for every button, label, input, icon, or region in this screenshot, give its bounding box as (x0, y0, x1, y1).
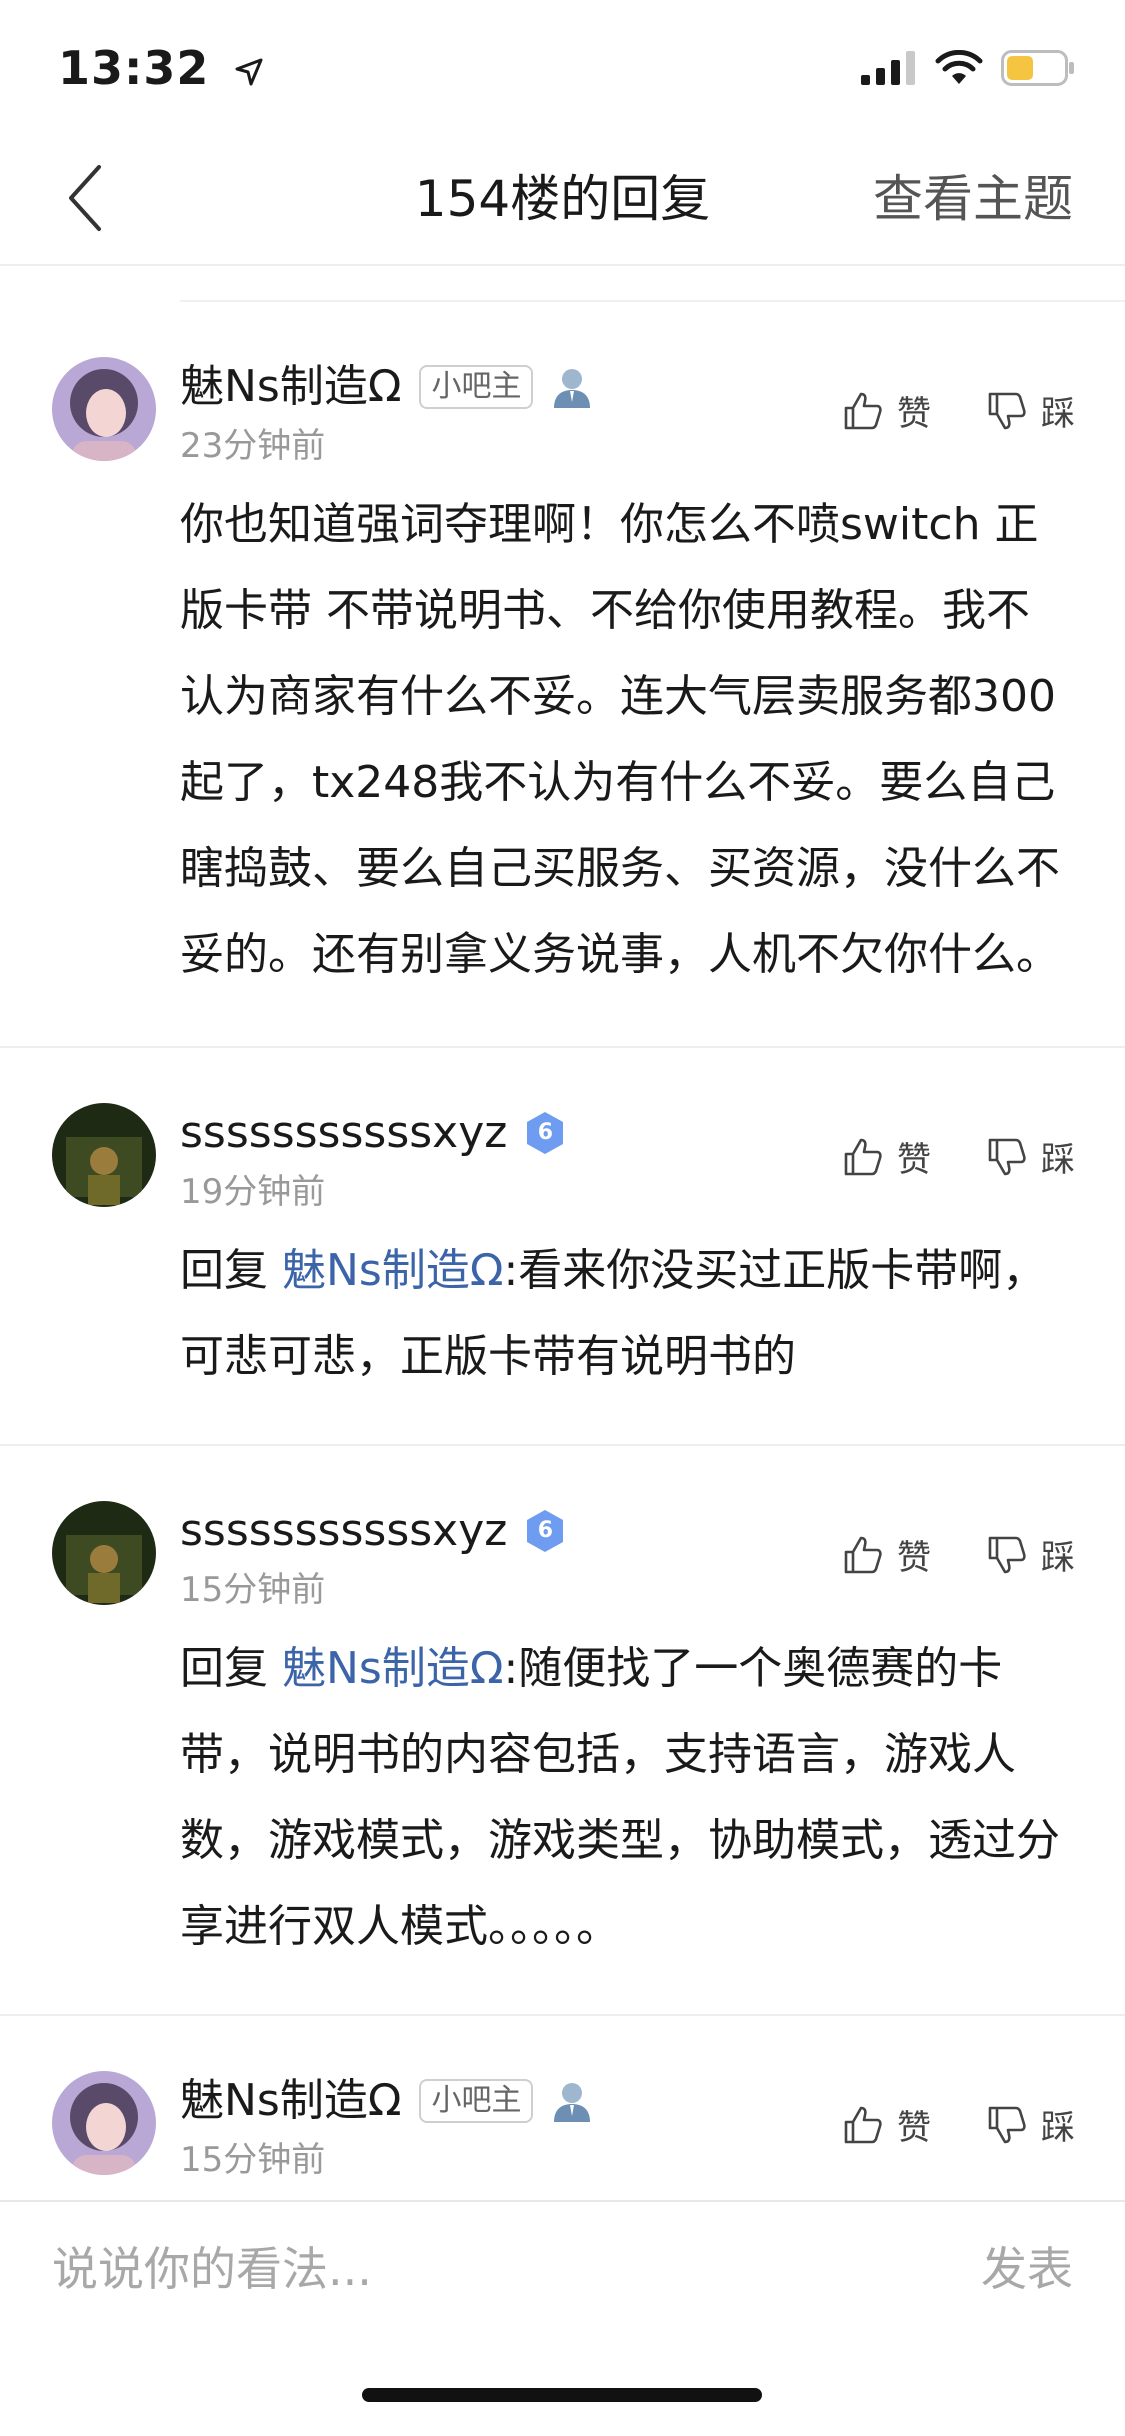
location-arrow-icon (235, 58, 263, 85)
like-label: 赞 (897, 394, 931, 434)
vote-actions: 赞 踩 (843, 1530, 1075, 1579)
thumbs-up-icon (844, 1138, 882, 1175)
thumbs-down-icon (988, 2106, 1026, 2143)
reply-input[interactable]: 说说你的看法... (52, 2236, 372, 2302)
level-badge: 6 (521, 1507, 569, 1555)
username[interactable]: sssssssssssxyz (180, 1496, 507, 1566)
dislike-button[interactable]: 踩 (987, 386, 1075, 435)
like-button[interactable]: 赞 (843, 2100, 931, 2149)
status-time: 13:32 (58, 38, 264, 98)
dislike-label: 踩 (1041, 2108, 1075, 2148)
moderator-badge: 小吧主 (419, 2079, 534, 2123)
wifi-icon (935, 50, 983, 84)
level-number: 6 (537, 1518, 553, 1543)
like-button[interactable]: 赞 (843, 1530, 931, 1579)
avatar-image (52, 1501, 156, 1605)
thumbs-down-icon (988, 1138, 1026, 1175)
reply-prefix: 回复 (180, 1245, 282, 1296)
vote-actions: 赞 踩 (843, 1132, 1075, 1181)
username[interactable]: sssssssssssxyz (180, 1098, 507, 1168)
reply-input-bar: 说说你的看法... 发表 (0, 2200, 1125, 2336)
like-label: 赞 (897, 1140, 931, 1180)
dislike-label: 踩 (1041, 394, 1075, 434)
avatar-image (52, 1103, 156, 1207)
reply-item: sssssssssssxyz 6 19分钟前 赞 踩 回复 魅Ns制造Ω:看来你… (0, 1048, 1125, 1446)
like-label: 赞 (897, 1538, 931, 1578)
moderator-badge: 小吧主 (419, 365, 534, 409)
dislike-label: 踩 (1041, 1538, 1075, 1578)
home-indicator[interactable] (362, 2388, 762, 2402)
username[interactable]: 魅Ns制造Ω (180, 352, 401, 422)
reply-item: 魅Ns制造Ω 小吧主 23分钟前 赞 踩 你也知道强词夺理啊！你怎么不喷swit… (0, 302, 1125, 1048)
battery-icon (1001, 50, 1074, 86)
dislike-button[interactable]: 踩 (987, 1530, 1075, 1579)
status-bar: 13:32 (0, 0, 1125, 132)
level-number: 6 (537, 1120, 553, 1145)
thumbs-up-icon (844, 2106, 882, 2143)
mention-link[interactable]: 魅Ns制造Ω (282, 1245, 503, 1296)
vote-actions: 赞 踩 (843, 2100, 1075, 2149)
reply-text: 你也知道强词夺理啊！你怎么不喷switch 正版卡带 不带说明书、不给你使用教程… (180, 499, 1060, 980)
status-icons (861, 50, 1075, 86)
dislike-button[interactable]: 踩 (987, 1132, 1075, 1181)
like-button[interactable]: 赞 (843, 386, 931, 435)
avatar[interactable] (52, 1501, 156, 1605)
reply-list[interactable]: 魅Ns制造Ω 小吧主 23分钟前 赞 踩 你也知道强词夺理啊！你怎么不喷swit… (0, 302, 1125, 2202)
like-label: 赞 (897, 2108, 931, 2148)
user-icon (554, 2083, 591, 2122)
nav-header: 154楼的回复 查看主题 (0, 132, 1125, 266)
user-icon (554, 369, 591, 408)
avatar[interactable] (52, 357, 156, 461)
vote-actions: 赞 踩 (843, 386, 1075, 435)
reply-content: 你也知道强词夺理啊！你怎么不喷switch 正版卡带 不带说明书、不给你使用教程… (180, 482, 1065, 998)
reply-item: sssssssssssxyz 6 15分钟前 赞 踩 回复 魅Ns制造Ω:随便找… (0, 1446, 1125, 2016)
dislike-label: 踩 (1041, 1140, 1075, 1180)
thumbs-down-icon (988, 1536, 1026, 1573)
like-button[interactable]: 赞 (843, 1132, 931, 1181)
reply-prefix: 回复 (180, 1643, 282, 1694)
dislike-button[interactable]: 踩 (987, 2100, 1075, 2149)
thumbs-down-icon (988, 392, 1026, 429)
reply-item: 魅Ns制造Ω 小吧主 15分钟前 赞 踩 (0, 2016, 1125, 2202)
thumbs-up-icon (844, 1536, 882, 1573)
username[interactable]: 魅Ns制造Ω (180, 2066, 401, 2136)
reply-content: 回复 魅Ns制造Ω:看来你没买过正版卡带啊，可悲可悲，正版卡带有说明书的 (180, 1228, 1065, 1400)
avatar[interactable] (52, 1103, 156, 1207)
view-thread-button[interactable]: 查看主题 (873, 164, 1073, 234)
level-badge: 6 (521, 1109, 569, 1157)
cellular-signal-icon (861, 51, 915, 85)
mention-link[interactable]: 魅Ns制造Ω (282, 1643, 503, 1694)
reply-content: 回复 魅Ns制造Ω:随便找了一个奥德赛的卡带，说明书的内容包括，支持语言，游戏人… (180, 1626, 1065, 1970)
thumbs-up-icon (844, 392, 882, 429)
post-button[interactable]: 发表 (981, 2236, 1073, 2302)
avatar-image (52, 2071, 156, 2175)
avatar-image (52, 357, 156, 461)
clock-text: 13:32 (58, 41, 210, 95)
avatar[interactable] (52, 2071, 156, 2175)
